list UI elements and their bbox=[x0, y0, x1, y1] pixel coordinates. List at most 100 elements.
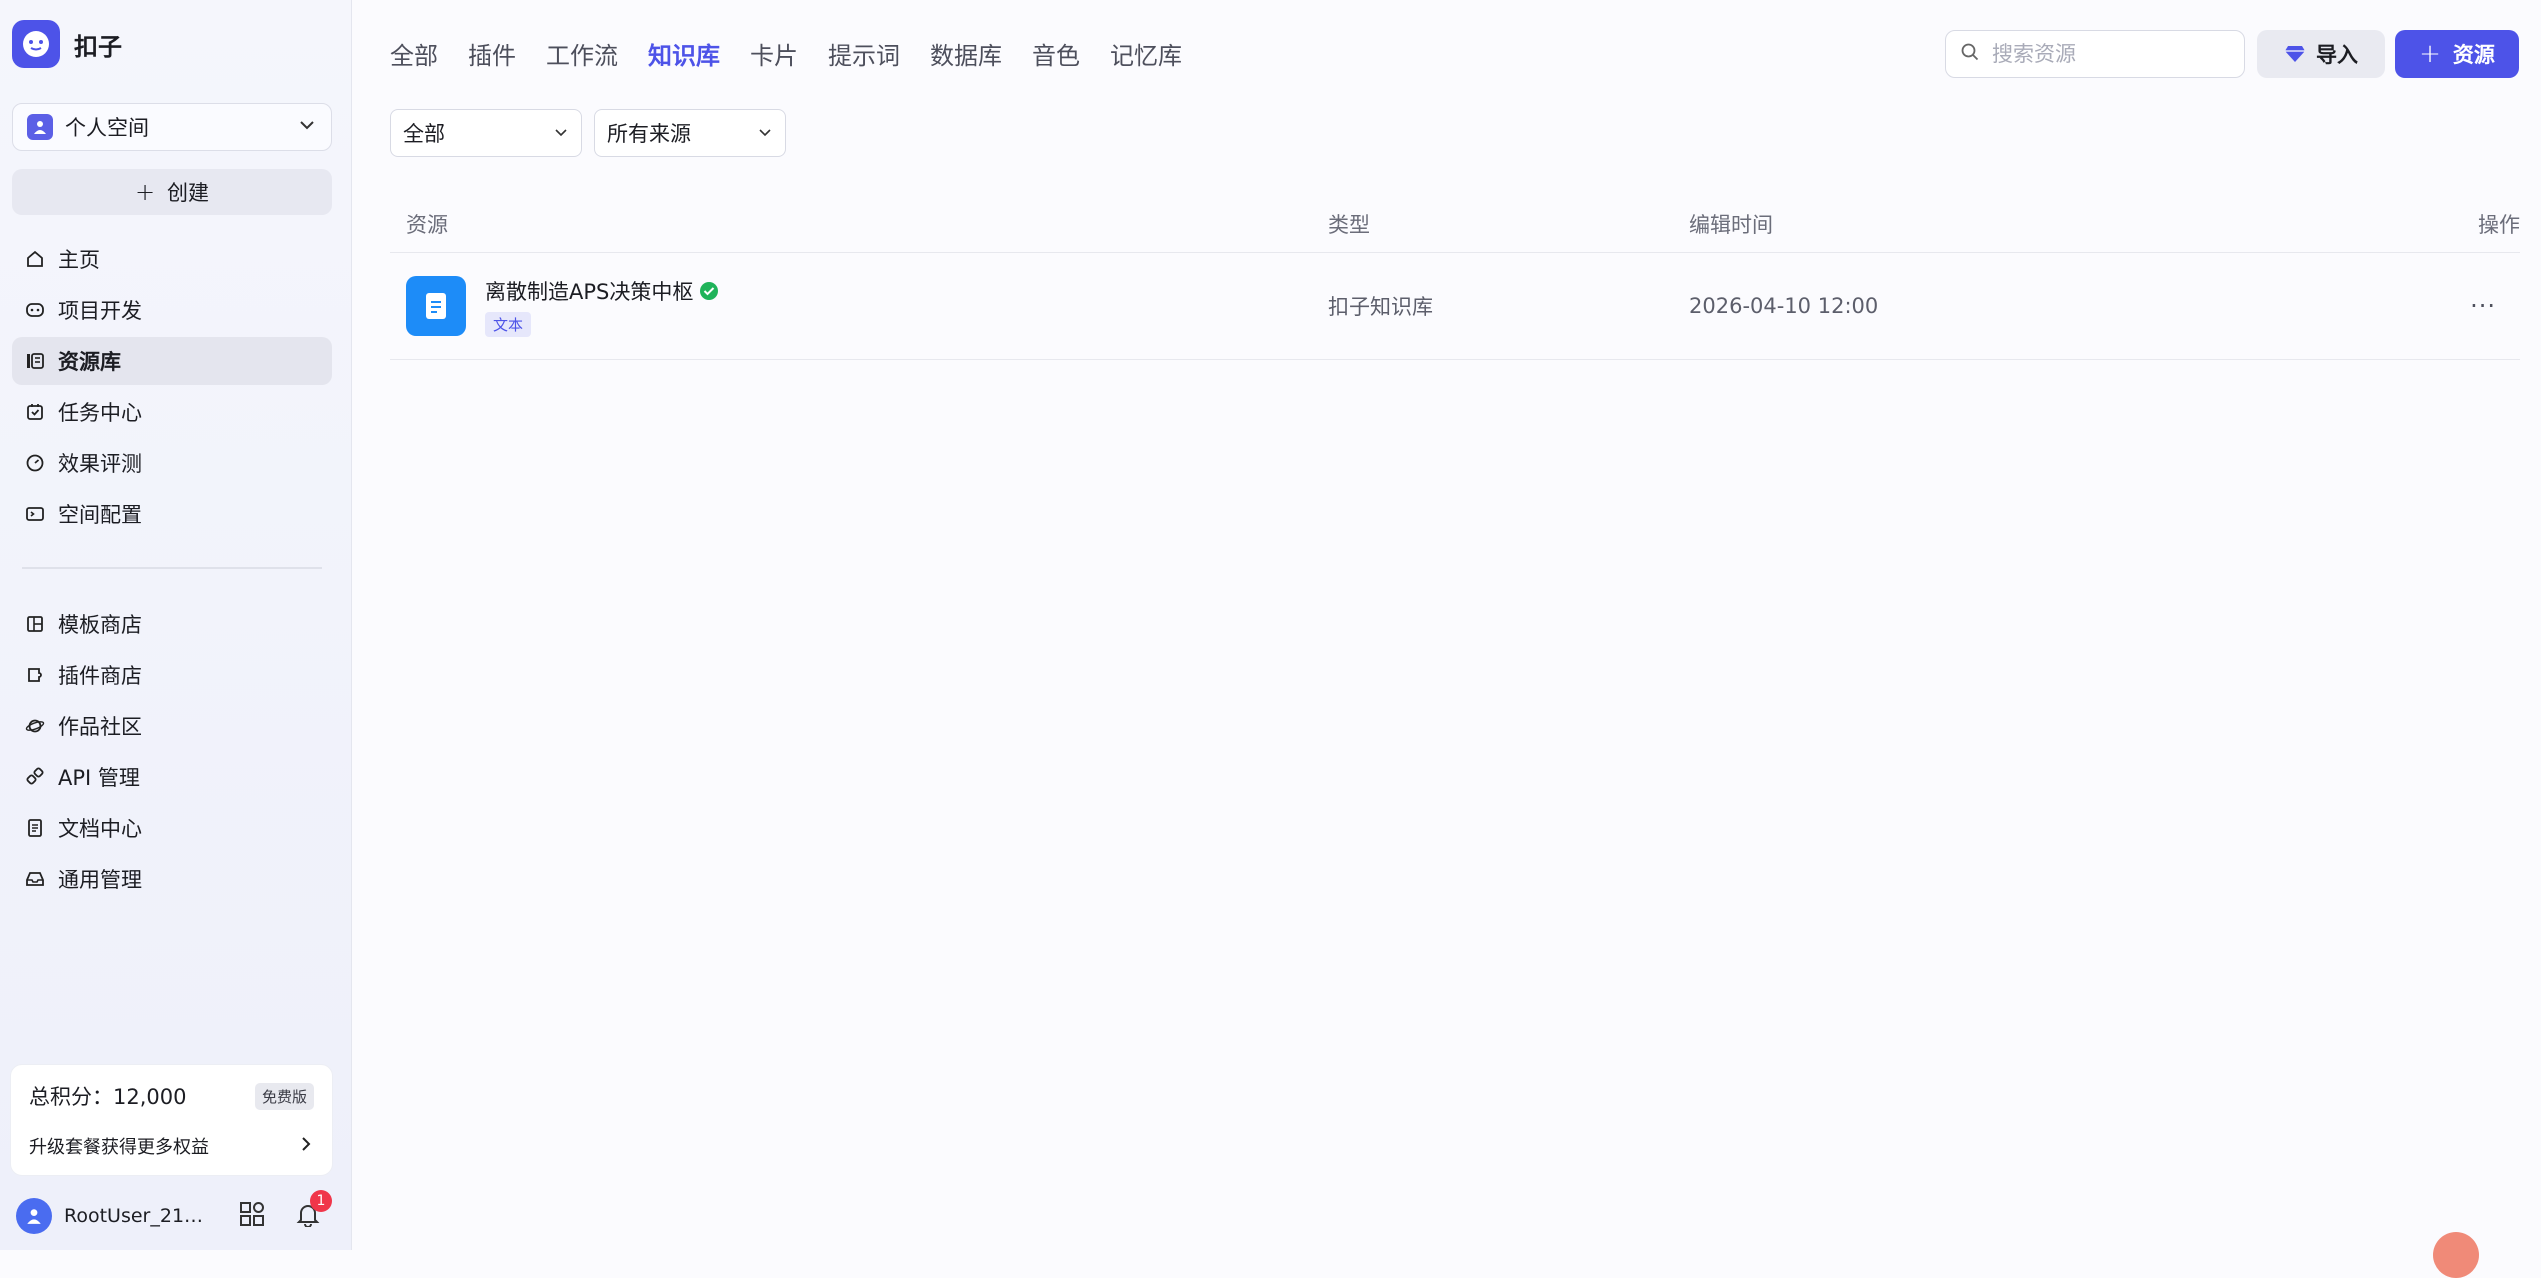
sidebar-item-label: 插件商店 bbox=[58, 664, 142, 688]
tab-prompts[interactable]: 提示词 bbox=[828, 34, 900, 78]
header-resource: 资源 bbox=[406, 213, 448, 237]
coze-logo-icon bbox=[12, 20, 60, 68]
user-bar: RootUser_210… 1 bbox=[16, 1190, 336, 1236]
robot-icon bbox=[24, 299, 46, 321]
sidebar-item-plugin-store[interactable]: 插件商店 bbox=[12, 651, 332, 699]
credits-card: 总积分：12,000 免费版 升级套餐获得更多权益 bbox=[10, 1064, 333, 1176]
chevron-down-icon bbox=[757, 121, 773, 145]
more-options-icon[interactable]: ··· bbox=[2470, 292, 2520, 320]
gauge-icon bbox=[24, 452, 46, 474]
main-content: 全部 插件 工作流 知识库 卡片 提示词 数据库 音色 记忆库 导入 + 资源 … bbox=[352, 0, 2541, 1278]
document-icon bbox=[24, 817, 46, 839]
sidebar-item-space-config[interactable]: 空间配置 bbox=[12, 490, 332, 538]
sidebar-item-general-admin[interactable]: 通用管理 bbox=[12, 855, 332, 903]
inbox-icon bbox=[24, 868, 46, 890]
sidebar-item-library[interactable]: 资源库 bbox=[12, 337, 332, 385]
sidebar-item-docs[interactable]: 文档中心 bbox=[12, 804, 332, 852]
sidebar-item-label: 任务中心 bbox=[58, 401, 142, 425]
search-input[interactable] bbox=[1990, 41, 2234, 67]
apps-button[interactable] bbox=[234, 1198, 270, 1234]
template-icon bbox=[24, 613, 46, 635]
space-selector[interactable]: 个人空间 bbox=[12, 103, 332, 151]
avatar[interactable] bbox=[16, 1198, 52, 1234]
sidebar-item-projects[interactable]: 项目开发 bbox=[12, 286, 332, 334]
upgrade-label: 升级套餐获得更多权益 bbox=[29, 1137, 209, 1158]
create-button[interactable]: + 创建 bbox=[12, 169, 332, 215]
resource-info: 离散制造APS决策中枢 文本 bbox=[485, 276, 719, 337]
sidebar: 扣子 个人空间 + 创建 主页 项目开发 资源库 任务中心 效果评测 空间配置 … bbox=[0, 0, 352, 1250]
tab-plugins[interactable]: 插件 bbox=[468, 34, 516, 78]
tab-workflows[interactable]: 工作流 bbox=[546, 34, 618, 78]
sidebar-item-label: 模板商店 bbox=[58, 613, 142, 637]
nav-primary: 主页 项目开发 资源库 任务中心 效果评测 空间配置 bbox=[12, 235, 332, 541]
plugin-icon bbox=[24, 664, 46, 686]
home-icon bbox=[24, 248, 46, 270]
library-icon bbox=[24, 350, 46, 372]
assistant-float-icon[interactable] bbox=[2433, 1232, 2479, 1278]
chevron-down-icon bbox=[553, 121, 569, 145]
total-credits: 总积分：12,000 bbox=[29, 1085, 187, 1109]
resource-name: 离散制造APS决策中枢 bbox=[485, 279, 694, 304]
sidebar-item-label: 文档中心 bbox=[58, 817, 142, 841]
resource-edit-time: 2026-04-10 12:00 bbox=[1689, 294, 1879, 318]
create-label: 创建 bbox=[167, 181, 210, 205]
terminal-icon bbox=[24, 503, 46, 525]
username[interactable]: RootUser_210… bbox=[64, 1205, 214, 1227]
plan-badge: 免费版 bbox=[254, 1082, 314, 1110]
source-filter-value: 所有来源 bbox=[607, 122, 691, 146]
source-filter-select[interactable]: 所有来源 bbox=[594, 109, 786, 157]
sidebar-item-label: 空间配置 bbox=[58, 503, 142, 527]
type-filter-select[interactable]: 全部 bbox=[390, 109, 582, 157]
sidebar-item-community[interactable]: 作品社区 bbox=[12, 702, 332, 750]
tab-voices[interactable]: 音色 bbox=[1032, 34, 1080, 78]
brand[interactable]: 扣子 bbox=[12, 18, 122, 70]
plus-icon: + bbox=[2419, 39, 2441, 69]
table-row[interactable]: 离散制造APS决策中枢 文本 扣子知识库 2026-04-10 12:00 ··… bbox=[390, 253, 2520, 360]
upgrade-link[interactable]: 升级套餐获得更多权益 bbox=[29, 1133, 314, 1159]
task-icon bbox=[24, 401, 46, 423]
sidebar-item-home[interactable]: 主页 bbox=[12, 235, 332, 283]
user-icon bbox=[27, 114, 53, 140]
resource-cell: 离散制造APS决策中枢 文本 bbox=[390, 276, 1328, 337]
sidebar-item-evaluation[interactable]: 效果评测 bbox=[12, 439, 332, 487]
tab-memory[interactable]: 记忆库 bbox=[1110, 34, 1182, 78]
nav-secondary: 模板商店 插件商店 作品社区 API 管理 文档中心 通用管理 bbox=[12, 600, 332, 906]
sidebar-item-label: 项目开发 bbox=[58, 299, 142, 323]
planet-icon bbox=[24, 715, 46, 737]
tab-all[interactable]: 全部 bbox=[390, 34, 438, 78]
notifications-button[interactable]: 1 bbox=[290, 1190, 332, 1234]
tab-databases[interactable]: 数据库 bbox=[930, 34, 1002, 78]
apps-grid-icon bbox=[239, 1201, 265, 1231]
sidebar-item-tasks[interactable]: 任务中心 bbox=[12, 388, 332, 436]
sidebar-item-label: 通用管理 bbox=[58, 868, 142, 892]
import-label: 导入 bbox=[2316, 43, 2358, 67]
resource-tabs: 全部 插件 工作流 知识库 卡片 提示词 数据库 音色 记忆库 bbox=[390, 34, 1212, 78]
tab-cards[interactable]: 卡片 bbox=[750, 34, 798, 78]
header-edit-time: 编辑时间 bbox=[1689, 213, 1773, 237]
resource-type: 扣子知识库 bbox=[1328, 295, 1433, 319]
sidebar-item-label: 作品社区 bbox=[58, 715, 142, 739]
sidebar-item-label: 资源库 bbox=[58, 350, 121, 374]
link-icon bbox=[24, 766, 46, 788]
nav-divider bbox=[22, 567, 322, 569]
sidebar-item-api[interactable]: API 管理 bbox=[12, 753, 332, 801]
resource-tag: 文本 bbox=[485, 311, 532, 337]
add-resource-label: 资源 bbox=[2452, 43, 2495, 67]
search-box bbox=[1945, 30, 2245, 78]
header-actions: 操作 bbox=[2478, 213, 2520, 237]
sidebar-item-label: 效果评测 bbox=[58, 452, 142, 476]
space-label: 个人空间 bbox=[65, 116, 149, 140]
add-resource-button[interactable]: + 资源 bbox=[2395, 30, 2519, 78]
text-document-icon bbox=[406, 276, 466, 336]
notification-count-badge: 1 bbox=[310, 1190, 332, 1212]
sidebar-item-label: API 管理 bbox=[58, 766, 140, 790]
plus-icon: + bbox=[134, 178, 156, 206]
row-actions: ··· bbox=[2430, 292, 2520, 320]
brand-name: 扣子 bbox=[74, 32, 122, 61]
import-button[interactable]: 导入 bbox=[2257, 30, 2385, 78]
chevron-right-icon bbox=[298, 1135, 314, 1158]
tab-knowledge[interactable]: 知识库 bbox=[648, 34, 720, 78]
diamond-icon bbox=[2284, 44, 2306, 64]
chevron-down-icon bbox=[297, 115, 317, 140]
sidebar-item-template-store[interactable]: 模板商店 bbox=[12, 600, 332, 648]
